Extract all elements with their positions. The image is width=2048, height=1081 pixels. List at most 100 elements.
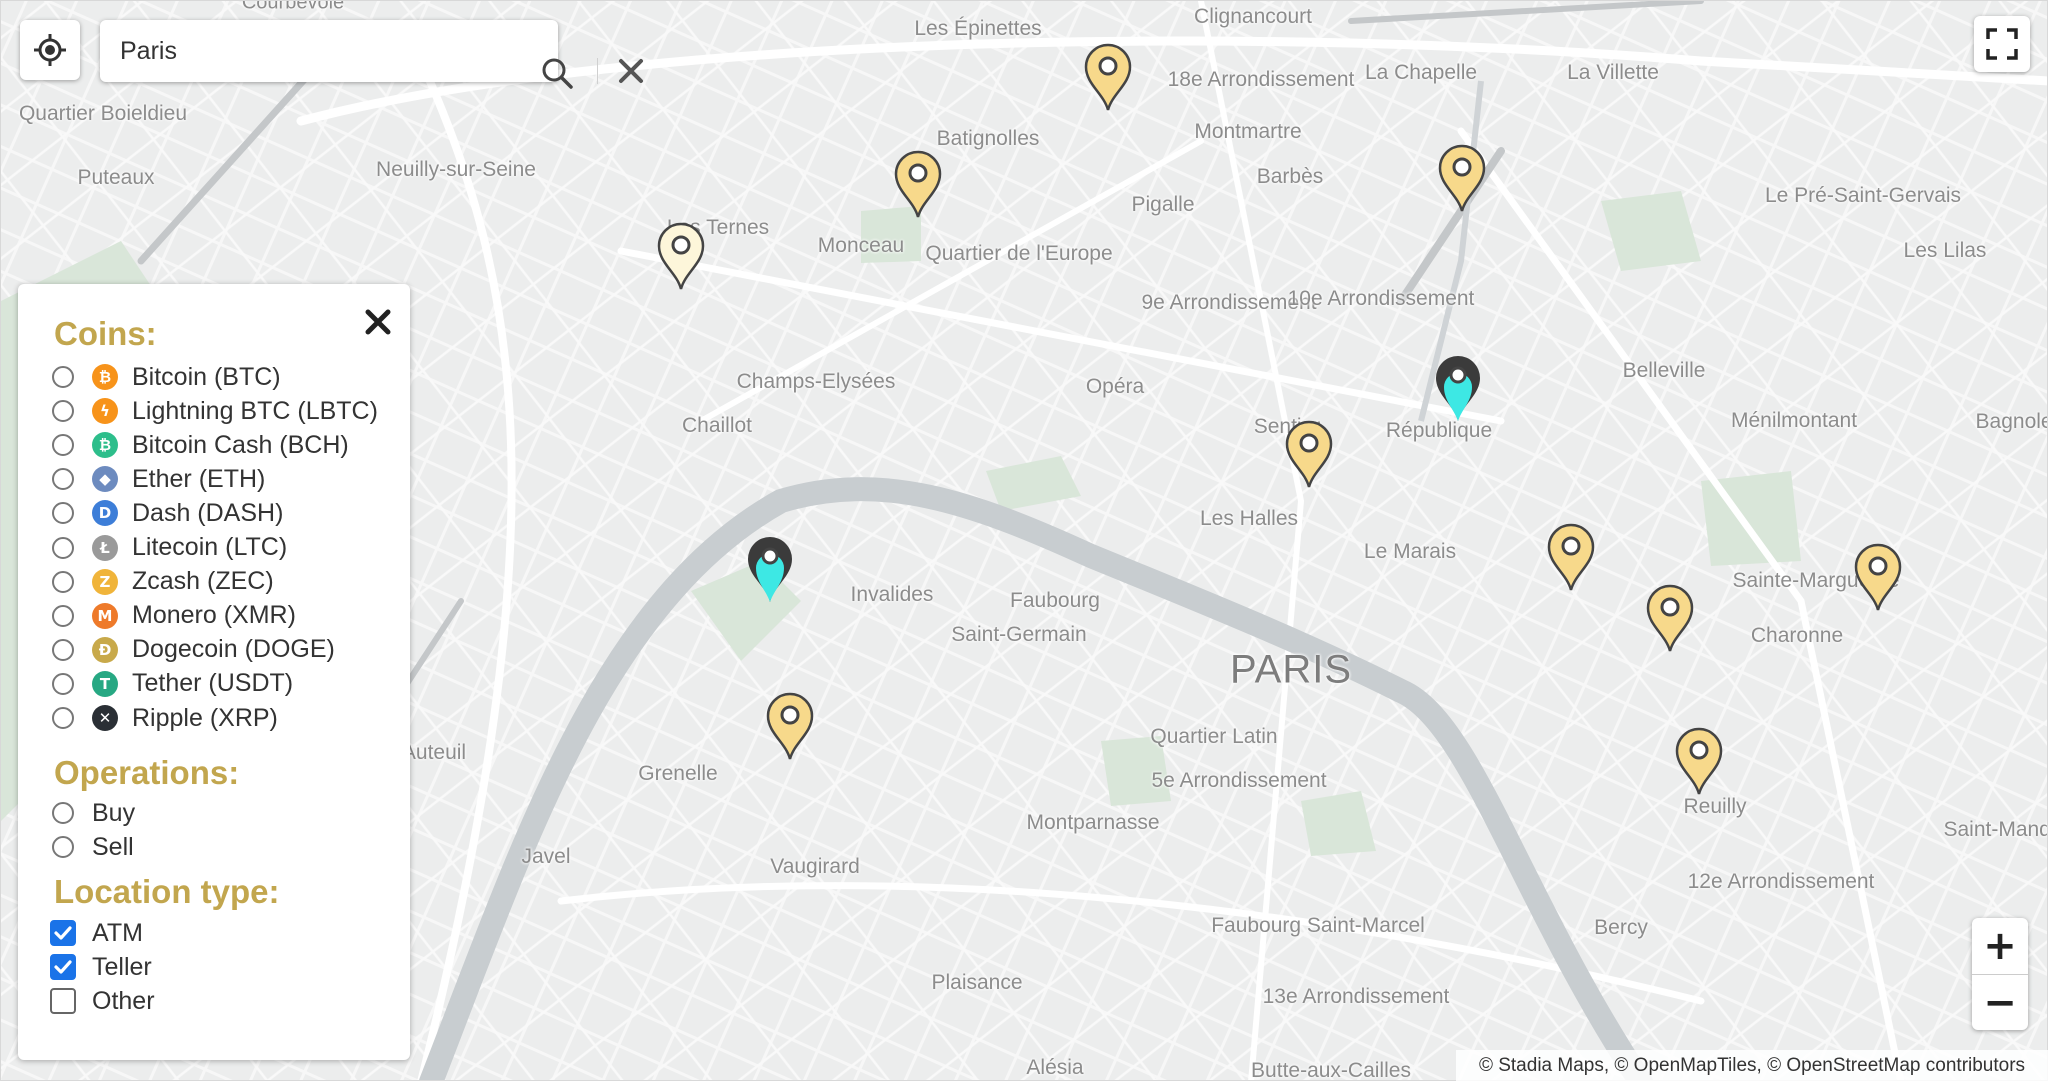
coin-radio[interactable] (52, 604, 74, 627)
close-icon[interactable] (618, 58, 644, 84)
location-marker-atm[interactable] (655, 221, 707, 291)
search-input[interactable] (118, 30, 422, 72)
pin-body (894, 150, 942, 218)
pin-dot (780, 705, 800, 725)
location-marker-atm[interactable] (1436, 143, 1488, 213)
pin-dot (1660, 597, 1680, 617)
zoom-control: + − (1972, 918, 2028, 1030)
coin-option[interactable]: ◆ Ether (ETH) (52, 463, 265, 495)
place-label: Bercy (1594, 916, 1648, 939)
map-pin-icon (766, 692, 814, 760)
fullscreen-button[interactable] (1974, 16, 2030, 72)
lightning-icon: ϟ (92, 398, 118, 425)
operation-radio[interactable] (52, 836, 74, 858)
location-type-label: Teller (92, 952, 152, 981)
pin-dot (1299, 433, 1319, 453)
coin-option[interactable]: ₿ Bitcoin Cash (BCH) (52, 429, 349, 461)
location-type-option[interactable]: ATM (50, 917, 143, 949)
location-marker-atm[interactable] (892, 149, 944, 219)
location-type-checkbox[interactable] (50, 988, 76, 1014)
location-type-checkbox[interactable] (50, 954, 76, 980)
monero-icon: M (92, 602, 118, 629)
location-marker-atm[interactable] (1673, 726, 1725, 796)
close-icon[interactable] (360, 304, 396, 340)
place-label: Le Marais (1363, 540, 1457, 563)
coin-option[interactable]: Ð Dogecoin (DOGE) (52, 634, 335, 666)
operation-label: Buy (92, 798, 136, 827)
location-type-checkbox[interactable] (50, 920, 76, 946)
location-marker-atm[interactable] (1852, 542, 1904, 612)
zcash-icon: Z (92, 568, 118, 595)
coin-label: Tether (USDT) (132, 669, 294, 698)
place-label: Le Pré-Saint-Gervais (1764, 184, 1962, 207)
pin-body (1084, 43, 1132, 111)
place-label: Saint-Germain (951, 623, 1087, 646)
bitcoin-icon: ₿ (92, 364, 118, 390)
place-label: Charonne (1750, 624, 1844, 647)
location-type-option[interactable]: Other (50, 985, 155, 1017)
location-marker-teller[interactable] (744, 534, 796, 604)
place-label: Champs-Elysées (736, 370, 896, 393)
place-label: Monceau (817, 234, 905, 257)
search-icon[interactable] (540, 56, 574, 90)
place-label: Saint-Mandé (1943, 818, 2047, 841)
pin-dot (1689, 740, 1709, 760)
operation-option[interactable]: Sell (52, 831, 134, 863)
locate-button[interactable] (20, 20, 80, 80)
pin-body (657, 222, 705, 290)
operation-option[interactable]: Buy (52, 797, 135, 829)
location-marker-atm[interactable] (1545, 522, 1597, 592)
place-label: Quartier Latin (1150, 725, 1278, 748)
coin-radio[interactable] (52, 468, 74, 491)
coin-option[interactable]: M Monero (XMR) (52, 600, 296, 632)
coin-radio[interactable] (52, 502, 74, 525)
location-marker-teller[interactable] (1432, 353, 1484, 423)
place-label: Quartier de l'Europe (925, 242, 1113, 265)
coin-option[interactable]: ₿ Bitcoin (BTC) (52, 361, 281, 393)
ripple-icon: ✕ (92, 705, 118, 731)
map-attribution[interactable]: © Stadia Maps, © OpenMapTiles, © OpenStr… (1456, 1050, 2048, 1081)
place-label: Bagnolet (1975, 410, 2047, 433)
location-marker-atm[interactable] (1283, 419, 1335, 489)
checkmark-icon (54, 926, 72, 940)
place-label: Les Épinettes (914, 17, 1042, 40)
coin-radio[interactable] (52, 536, 74, 559)
place-label: Quartier Boieldieu (18, 102, 188, 125)
place-label: Clignancourt (1194, 5, 1312, 28)
place-label: Chaillot (681, 414, 753, 437)
crosshair-icon (34, 34, 66, 66)
coin-option[interactable]: ✕ Ripple (XRP) (52, 702, 278, 734)
operation-radio[interactable] (52, 802, 74, 824)
coin-radio[interactable] (52, 366, 74, 388)
coin-radio[interactable] (52, 672, 74, 695)
map-pin-icon (894, 150, 942, 218)
location-marker-atm[interactable] (1644, 583, 1696, 653)
zoom-in-button[interactable]: + (1972, 918, 2028, 975)
pin-dot (761, 547, 779, 565)
location-type-label: ATM (92, 918, 143, 947)
zoom-out-button[interactable]: − (1972, 975, 2028, 1031)
place-label: PARIS (1229, 647, 1353, 692)
map-pin-icon (1084, 43, 1132, 111)
location-type-option[interactable]: Teller (50, 951, 152, 983)
location-type-title: Location type: (54, 873, 280, 910)
map-pin-icon (1436, 356, 1480, 421)
place-label: 18e Arrondissement (1167, 68, 1355, 91)
coin-radio[interactable] (52, 400, 74, 423)
map-pin-icon (1547, 523, 1595, 591)
place-label: Plaisance (931, 971, 1023, 994)
coin-radio[interactable] (52, 707, 74, 729)
pin-body (1646, 584, 1694, 652)
place-label: Auteuil (401, 741, 467, 764)
place-label: Alésia (1026, 1056, 1084, 1079)
coin-radio[interactable] (52, 434, 74, 457)
location-marker-atm[interactable] (764, 691, 816, 761)
coin-option[interactable]: ϟ Lightning BTC (LBTC) (52, 395, 378, 427)
coin-option[interactable]: Ł Litecoin (LTC) (52, 532, 287, 564)
coin-option[interactable]: T Tether (USDT) (52, 668, 293, 700)
coin-option[interactable]: Z Zcash (ZEC) (52, 566, 274, 598)
coin-radio[interactable] (52, 570, 74, 593)
coin-option[interactable]: D Dash (DASH) (52, 497, 283, 529)
location-marker-atm[interactable] (1082, 42, 1134, 112)
coin-radio[interactable] (52, 638, 74, 661)
